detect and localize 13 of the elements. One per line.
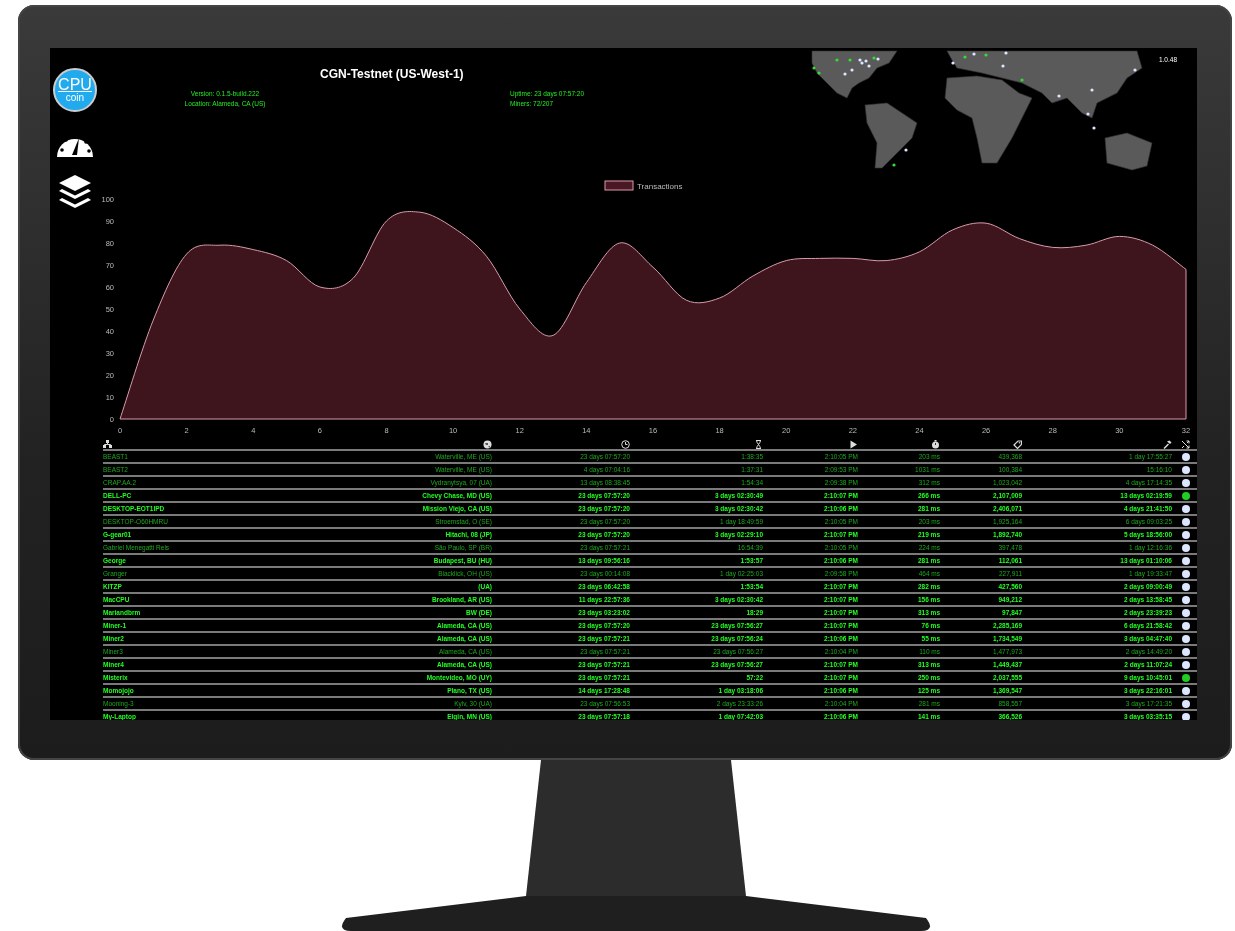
layers-icon[interactable] [58,174,92,210]
globe-icon[interactable] [483,440,492,449]
network-title: CGN-Testnet (US-West-1) [320,67,465,81]
network-icon[interactable] [103,440,112,449]
clock-icon[interactable] [621,440,630,449]
legend-label: Transactions [637,182,683,191]
shuffle-icon[interactable] [1181,440,1190,449]
tag-icon[interactable] [1013,440,1022,449]
chart-legend: Transactions [604,180,683,191]
hammer-icon[interactable] [1163,440,1172,449]
play-icon[interactable] [849,440,858,449]
hourglass-icon[interactable] [754,440,763,449]
stopwatch-icon[interactable] [931,440,940,449]
